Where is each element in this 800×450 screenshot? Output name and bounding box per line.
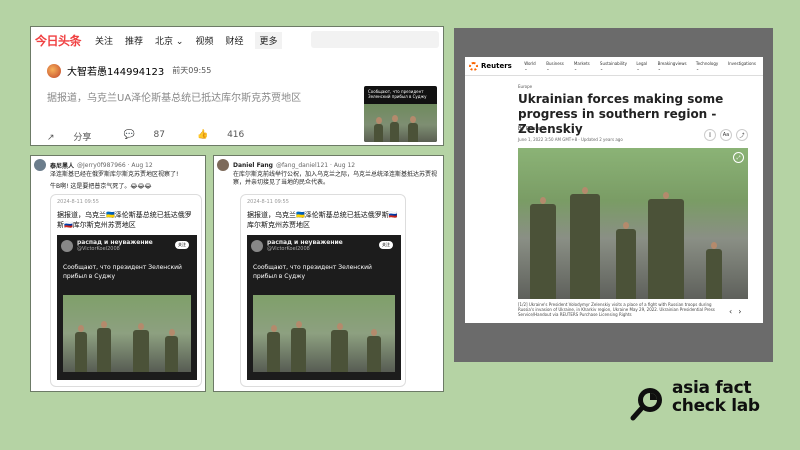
- tweet-header: Daniel Fang @fang_daniel121 · Aug 12: [217, 159, 355, 171]
- share-label: 分享: [73, 133, 92, 143]
- gallery-controls: ‹ ›: [729, 307, 747, 316]
- menu-markets[interactable]: Markets ⌄: [574, 61, 593, 71]
- avatar[interactable]: [34, 159, 46, 171]
- reuters-menu: World ⌄ Business ⌄ Markets ⌄ Sustainabil…: [524, 61, 763, 71]
- like-count: 416: [227, 130, 245, 140]
- tweet-body: 在库尔斯克前线举行公祝，加入乌克兰之际，乌克兰总统泽连斯基抵达苏贾视 察，并亲切…: [233, 171, 441, 187]
- comment-button[interactable]: 💬 87: [123, 130, 181, 143]
- tweet-author-name[interactable]: 泰尼黑人: [50, 161, 74, 170]
- tweet-body: 泽连斯基已经在俄罗斯库尔斯克苏贾地区视察了! 牛B啊! 这是要把普京气死了。😂😂…: [50, 171, 202, 191]
- text-size-icon[interactable]: Aa: [720, 129, 732, 141]
- menu-investigations[interactable]: Investigations: [728, 61, 756, 71]
- menu-business[interactable]: Business ⌄: [546, 61, 567, 71]
- like-button[interactable]: 👍 416: [197, 130, 260, 143]
- post-time: 前天09:55: [172, 66, 212, 75]
- reuters-nav-bar: Reuters World ⌄ Business ⌄ Markets ⌄ Sus…: [465, 57, 763, 76]
- tweet-header: 泰尼黑人 @Jerry0f987966 · Aug 12: [34, 159, 153, 171]
- nav-follow[interactable]: 关注: [95, 34, 113, 47]
- menu-world[interactable]: World ⌄: [524, 61, 539, 71]
- expand-icon[interactable]: ⤢: [733, 152, 744, 163]
- embedded-post[interactable]: распад и неуважение @VictorKoel2008 关注 С…: [57, 235, 197, 380]
- avatar[interactable]: [217, 159, 229, 171]
- tweet-author-handle[interactable]: @Jerry0f987966 · Aug 12: [77, 162, 153, 169]
- thumbnail-caption: Сообщают, что президент Зеленский прибыл…: [368, 89, 427, 99]
- logo-line-2: check lab: [672, 396, 760, 416]
- embedded-text: Сообщают, что президент Зеленский прибыл…: [63, 264, 182, 280]
- tweet-panel-2: Daniel Fang @fang_daniel121 · Aug 12 在库尔…: [213, 155, 444, 392]
- avatar[interactable]: [47, 63, 61, 78]
- toutiao-post-panel: 今日头条 关注 推荐 北京 ⌄ 视频 财经 更多 大智若愚144994123 前…: [30, 26, 444, 146]
- article-photo[interactable]: ⤢: [518, 148, 748, 299]
- follow-button[interactable]: 关注: [175, 241, 189, 249]
- logo-line-1: asia fact: [672, 378, 752, 398]
- share-icon[interactable]: ⤴: [736, 129, 748, 141]
- thumbnail-photo: [364, 104, 437, 142]
- comment-count: 87: [153, 130, 165, 140]
- share-button[interactable]: ↗ 分享: [47, 130, 107, 143]
- tweet-author-name[interactable]: Daniel Fang: [233, 162, 273, 169]
- magnifier-logo-icon: [630, 388, 662, 421]
- embedded-text: Сообщают, что президент Зеленский прибыл…: [253, 264, 372, 280]
- reuters-logo-icon: [469, 61, 478, 71]
- quoted-text: 据报道，乌克兰🇺🇦泽伦斯基总统已抵达俄罗斯🇷🇺库尔斯克州苏贾地区: [247, 211, 398, 229]
- menu-sustainability[interactable]: Sustainability ⌄: [600, 61, 629, 71]
- tweet-panel-1: 泰尼黑人 @Jerry0f987966 · Aug 12 泽连斯基已经在俄罗斯库…: [30, 155, 206, 392]
- quoted-text: 据报道，乌克兰🇺🇦泽伦斯基总统已抵达俄罗斯🇷🇺库尔斯克州苏贾地区: [57, 211, 192, 229]
- embedded-author-handle[interactable]: @VictorKoel2008: [267, 246, 343, 252]
- article-byline: By Reuters: [518, 126, 546, 132]
- article-date: June 1, 2022 3:50 AM GMT+8 · Updated 2 y…: [518, 137, 623, 142]
- embedded-author-handle[interactable]: @VictorKoel2008: [77, 246, 153, 252]
- article-section[interactable]: Europe: [518, 84, 532, 89]
- nav-beijing[interactable]: 北京 ⌄: [155, 34, 183, 47]
- quoted-time: 2024-8-11 09:55: [57, 199, 99, 205]
- embedded-author-name[interactable]: распад и неуважение: [77, 239, 153, 246]
- embedded-photo[interactable]: [63, 295, 191, 372]
- like-icon: 👍: [196, 130, 209, 140]
- tweet-text-line: 察，并亲切接见了当地的民众代表。: [233, 179, 330, 186]
- menu-breakingviews[interactable]: Breakingviews ⌄: [658, 61, 689, 71]
- nav-more[interactable]: 更多: [255, 31, 282, 49]
- reuters-article: Reuters World ⌄ Business ⌄ Markets ⌄ Sus…: [465, 57, 763, 323]
- tweet-text-line: 在库尔斯克前线举行公祝，加入乌克兰之际，乌克兰总统泽连斯基抵达苏贾视: [233, 171, 438, 178]
- menu-technology[interactable]: Technology ⌄: [696, 61, 721, 71]
- embedded-header: распад и неуважение @VictorKoel2008: [61, 239, 153, 252]
- tweet-author-handle[interactable]: @fang_daniel121 · Aug 12: [276, 162, 355, 169]
- post-actions: ↗ 分享 💬 87 👍 416: [47, 130, 276, 143]
- embedded-post[interactable]: распад и неуважение @VictorKoel2008 关注 С…: [247, 235, 401, 380]
- avatar[interactable]: [61, 239, 73, 252]
- share-icon: ↗: [47, 133, 55, 143]
- author-name[interactable]: 大智若愚144994123: [67, 63, 164, 78]
- comment-icon: 💬: [123, 130, 135, 140]
- photo-caption: [1/2] Ukraine's President Volodymyr Zele…: [518, 302, 715, 317]
- article-tools: ▯ Aa ⤴: [700, 129, 748, 141]
- chevron-left-icon[interactable]: ‹: [729, 307, 732, 316]
- quoted-time: 2024-8-11 09:55: [247, 199, 289, 205]
- bookmark-icon[interactable]: ▯: [704, 129, 716, 141]
- nav-finance[interactable]: 财经: [225, 34, 243, 47]
- follow-button[interactable]: 关注: [379, 241, 393, 249]
- quoted-post[interactable]: 2024-8-11 09:55 据报道，乌克兰🇺🇦泽伦斯基总统已抵达俄罗斯🇷🇺库…: [240, 194, 406, 387]
- post-thumbnail[interactable]: Сообщают, что президент Зеленский прибыл…: [364, 86, 437, 142]
- post-author[interactable]: 大智若愚144994123 前天09:55: [47, 63, 211, 78]
- menu-legal[interactable]: Legal ⌄: [636, 61, 650, 71]
- avatar[interactable]: [251, 239, 263, 252]
- tweet-text-line: 泽连斯基已经在俄罗斯库尔斯克苏贾地区视察了!: [50, 171, 179, 178]
- toutiao-logo[interactable]: 今日头条: [35, 32, 82, 49]
- embedded-header: распад и неуважение @VictorKoel2008: [251, 239, 343, 252]
- reuters-logo-text: Reuters: [481, 62, 512, 70]
- embedded-author-name[interactable]: распад и неуважение: [267, 239, 343, 246]
- embedded-photo[interactable]: [253, 295, 395, 372]
- nav-recommend[interactable]: 推荐: [125, 34, 143, 47]
- chevron-right-icon[interactable]: ›: [738, 307, 741, 316]
- nav-video[interactable]: 视频: [195, 34, 213, 47]
- quoted-post[interactable]: 2024-8-11 09:55 据报道，乌克兰🇺🇦泽伦斯基总统已抵达俄罗斯🇷🇺库…: [50, 194, 202, 387]
- logo-text: asia fact check lab: [672, 379, 760, 415]
- tweet-text-line: 牛B啊! 这是要把普京气死了。😂😂😂: [50, 183, 152, 190]
- asia-fact-check-lab-logo: asia fact check lab: [628, 378, 778, 428]
- post-text[interactable]: 据报道，乌克兰UA泽伦斯基总统已抵达库尔斯克苏贾地区: [47, 89, 301, 104]
- reuters-logo[interactable]: Reuters: [469, 61, 524, 71]
- search-input[interactable]: [311, 31, 439, 48]
